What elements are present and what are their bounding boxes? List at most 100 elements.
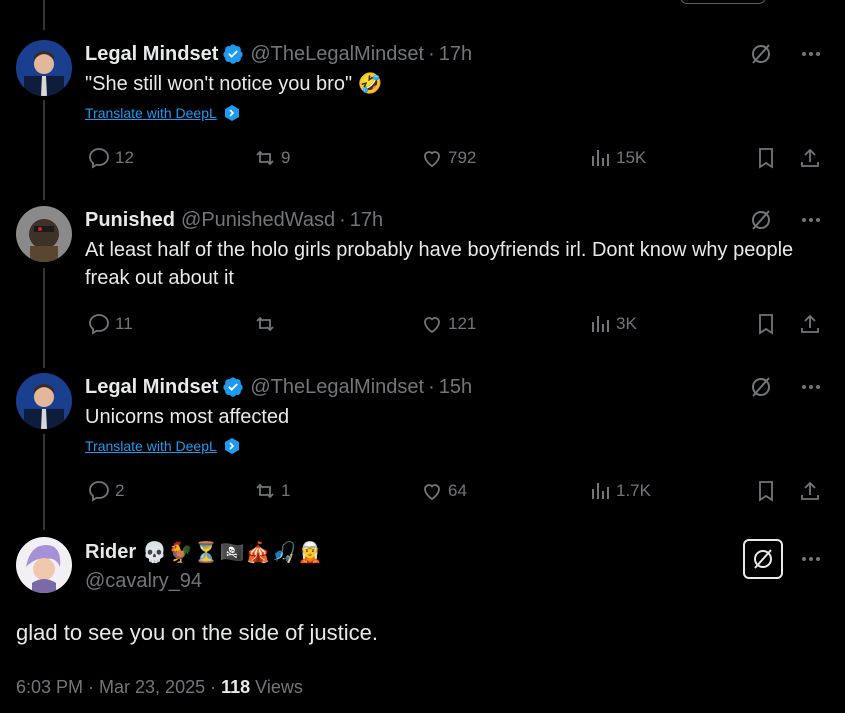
like-button[interactable]: 792 [420, 146, 476, 170]
like-icon [424, 317, 440, 334]
views-count: 3K [616, 314, 637, 333]
main-timestamp: 6:03 PM · Mar 23, 2025 · 118 Views [16, 677, 303, 698]
share-icon [801, 481, 819, 500]
verified-badge-icon [223, 44, 243, 64]
main-author-emoji: 💀🐓⏳🏴‍☠️🎪🎣🧝 [142, 542, 324, 564]
share-icon [801, 148, 819, 167]
share-button[interactable] [798, 479, 822, 503]
avatar[interactable] [16, 373, 72, 429]
more-icon[interactable] [799, 375, 823, 399]
like-icon [424, 484, 440, 501]
views-count: 15K [616, 148, 647, 167]
tweet-actions: 2 1 64 1.7K [85, 479, 825, 505]
like-button[interactable]: 64 [420, 479, 467, 503]
grok-icon[interactable] [749, 208, 773, 232]
translate-link[interactable]: Translate with DeepL [85, 437, 241, 455]
reply-button[interactable]: 11 [87, 312, 133, 336]
more-icon[interactable] [799, 547, 823, 571]
tweet-text: Unicorns most affected [85, 406, 290, 428]
repost-icon [256, 316, 274, 332]
reply-icon [89, 481, 109, 502]
tweet-text: "She still won't notice you bro" 🤣 [85, 73, 383, 95]
repost-count: 1 [281, 481, 291, 500]
views-button[interactable]: 1.7K [588, 479, 651, 503]
tweet-header: Legal Mindset @TheLegalMindset · 15h [85, 375, 472, 399]
tweet-time[interactable]: 17h [439, 42, 472, 66]
views-button[interactable]: 3K [588, 312, 637, 336]
author-handle[interactable]: @PunishedWasd [181, 208, 335, 232]
tweet-top-icons [749, 208, 823, 232]
views-button[interactable]: 15K [588, 146, 646, 170]
like-button[interactable]: 121 [420, 312, 476, 336]
translate-link[interactable]: Translate with DeepL [85, 104, 241, 122]
tweet-time[interactable]: 15h [439, 375, 472, 399]
avatar[interactable] [16, 537, 72, 593]
tweet-text: At least half of the holo girls probably… [85, 239, 794, 289]
reply-button[interactable]: 2 [87, 479, 124, 503]
repost-icon [256, 150, 274, 166]
separator: · [428, 43, 435, 65]
tweet-header: Legal Mindset @TheLegalMindset · 17h [85, 42, 472, 66]
more-icon[interactable] [799, 42, 823, 66]
tweet-top-icons [749, 375, 823, 399]
bookmark-icon [759, 314, 773, 335]
translate-label[interactable]: Translate with DeepL [85, 438, 217, 454]
grok-icon [754, 549, 772, 569]
views-icon [592, 316, 609, 332]
repost-button[interactable]: 1 [253, 479, 290, 503]
views-number: 118 [221, 677, 251, 697]
grok-icon[interactable] [749, 42, 773, 66]
views-icon [592, 483, 609, 499]
reply-count: 11 [115, 314, 133, 333]
author-handle[interactable]: @TheLegalMindset [250, 375, 424, 399]
repost-button[interactable]: 9 [253, 146, 290, 170]
tweet-time[interactable]: 17h [350, 208, 383, 232]
author-name[interactable]: Legal Mindset [85, 42, 218, 66]
timestamp-date[interactable]: 6:03 PM · Mar 23, 2025 · [16, 677, 221, 697]
verified-badge-icon [223, 377, 243, 397]
share-button[interactable] [798, 146, 822, 170]
tweet-actions: 12 9 792 15K [85, 146, 825, 172]
like-count: 792 [448, 148, 477, 167]
like-icon [424, 151, 440, 168]
tweet[interactable]: Legal Mindset @TheLegalMindset · 17h "Sh… [0, 40, 845, 190]
repost-button[interactable] [253, 312, 281, 336]
tweet-actions: 11 121 3K [85, 312, 825, 338]
views-icon [592, 150, 609, 166]
grok-button[interactable] [743, 539, 783, 579]
reply-count: 2 [115, 481, 125, 500]
tweet-top-icons [749, 42, 823, 66]
separator: · [339, 209, 346, 231]
deepl-icon [224, 438, 239, 454]
bookmark-button[interactable] [754, 312, 778, 336]
bookmark-icon [759, 148, 773, 169]
share-icon [801, 314, 819, 333]
thread-line [43, 0, 45, 30]
reply-button[interactable]: 12 [87, 146, 134, 170]
repost-count: 9 [281, 148, 291, 167]
bookmark-button[interactable] [754, 479, 778, 503]
separator: · [428, 376, 435, 398]
bookmark-button[interactable] [754, 146, 778, 170]
translate-label[interactable]: Translate with DeepL [85, 105, 217, 121]
author-name[interactable]: Legal Mindset [85, 375, 218, 399]
tweet[interactable]: Legal Mindset @TheLegalMindset · 15h Uni… [0, 373, 845, 523]
grok-icon[interactable] [749, 375, 773, 399]
avatar[interactable] [16, 206, 72, 262]
main-author-handle[interactable]: @cavalry_94 [85, 570, 202, 593]
main-tweet-text: glad to see you on the side of justice. [16, 620, 379, 645]
reply-icon [89, 314, 109, 335]
more-icon[interactable] [799, 208, 823, 232]
avatar[interactable] [16, 40, 72, 96]
top-pill-button[interactable] [680, 0, 766, 4]
bookmark-icon [759, 481, 773, 502]
author-handle[interactable]: @TheLegalMindset [250, 42, 424, 66]
views-label: Views [250, 677, 303, 697]
tweet-header: Punished @PunishedWasd · 17h [85, 208, 383, 232]
views-count: 1.7K [616, 481, 651, 500]
main-author-name[interactable]: Rider [85, 541, 136, 564]
tweet[interactable]: Punished @PunishedWasd · 17h At least ha… [0, 206, 845, 356]
main-author-row: Rider 💀🐓⏳🏴‍☠️🎪🎣🧝 [85, 540, 323, 565]
share-button[interactable] [798, 312, 822, 336]
author-name[interactable]: Punished [85, 208, 175, 232]
